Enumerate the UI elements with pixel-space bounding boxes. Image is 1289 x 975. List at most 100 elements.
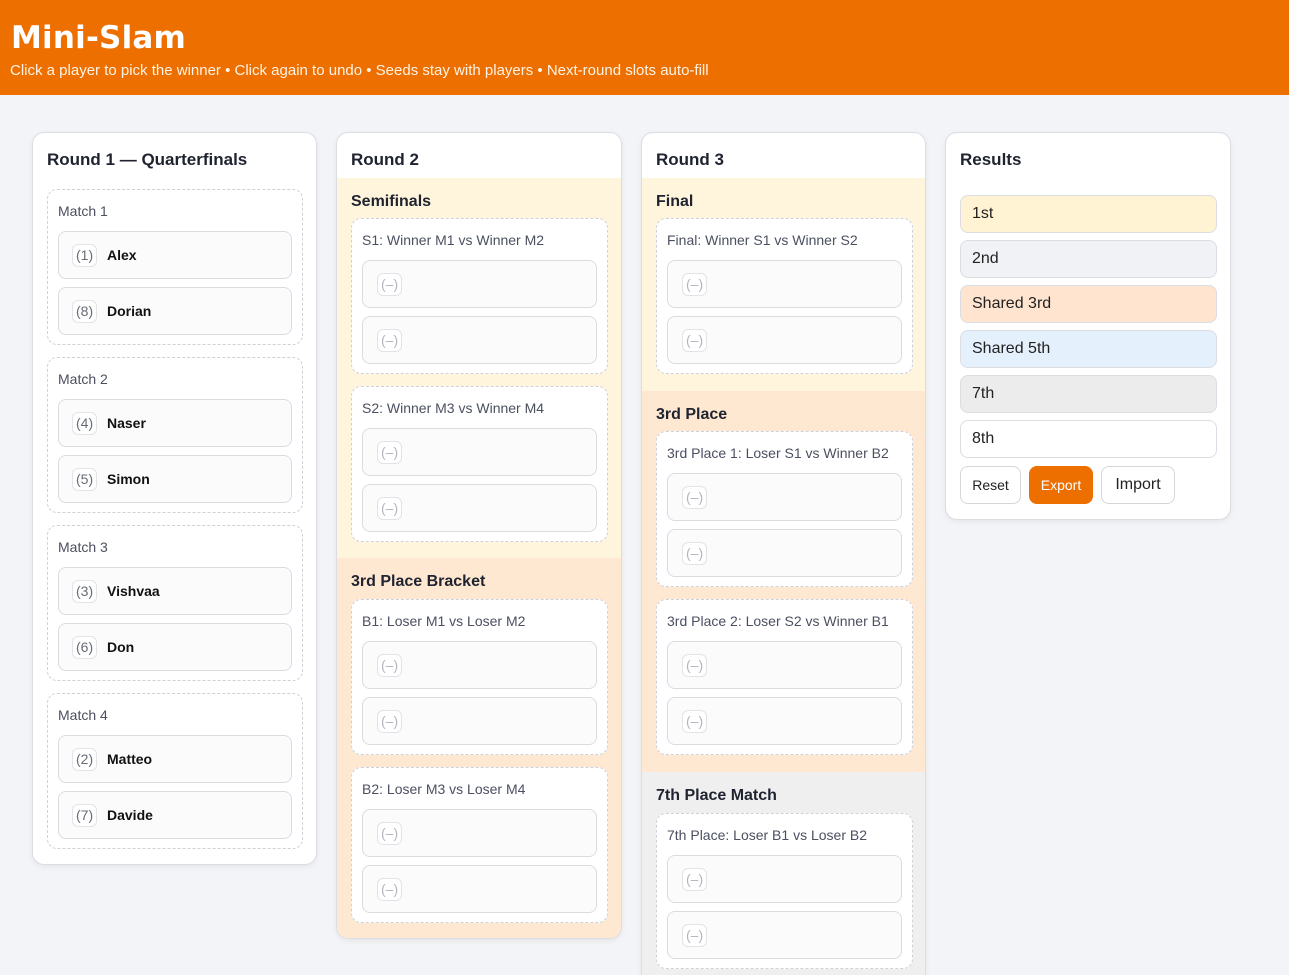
match-third-1: 3rd Place 1: Loser S1 vs Winner B2 (–) (… bbox=[656, 431, 913, 587]
semifinals-title: Semifinals bbox=[351, 193, 432, 210]
player-slot-alex[interactable]: (1) Alex bbox=[58, 231, 292, 279]
empty-slot[interactable]: (–) bbox=[667, 473, 902, 521]
empty-slot[interactable]: (–) bbox=[667, 316, 902, 364]
player-name: Vishvaa bbox=[107, 583, 160, 599]
round3-title: Round 3 bbox=[656, 150, 724, 169]
match-label: 7th Place: Loser B1 vs Loser B2 bbox=[667, 827, 867, 843]
empty-slot[interactable]: (–) bbox=[362, 260, 597, 308]
player-name: Davide bbox=[107, 807, 153, 823]
empty-slot[interactable]: (–) bbox=[667, 911, 902, 959]
reset-button[interactable]: Reset bbox=[960, 466, 1021, 504]
app-instructions: Click a player to pick the winner • Clic… bbox=[10, 62, 709, 79]
player-slot-naser[interactable]: (4) Naser bbox=[58, 399, 292, 447]
final-section: Final Final: Winner S1 vs Winner S2 (–) … bbox=[642, 178, 925, 391]
round3-card: Round 3 Final Final: Winner S1 vs Winner… bbox=[641, 132, 926, 975]
export-button[interactable]: Export bbox=[1029, 466, 1093, 504]
round2-card: Round 2 Semifinals S1: Winner M1 vs Winn… bbox=[336, 132, 622, 939]
seed-badge: (5) bbox=[72, 468, 98, 491]
empty-seed-badge: (–) bbox=[682, 868, 708, 891]
player-slot-simon[interactable]: (5) Simon bbox=[58, 455, 292, 503]
round1-title: Round 1 — Quarterfinals bbox=[47, 150, 248, 169]
seed-badge: (6) bbox=[72, 636, 98, 659]
empty-slot[interactable]: (–) bbox=[667, 641, 902, 689]
match-seventh: 7th Place: Loser B1 vs Loser B2 (–) (–) bbox=[656, 813, 913, 969]
match-label: 3rd Place 2: Loser S2 vs Winner B1 bbox=[667, 613, 889, 629]
match-3: Match 3 (3) Vishvaa (6) Don bbox=[47, 525, 303, 681]
match-label: B1: Loser M1 vs Loser M2 bbox=[362, 613, 526, 629]
match-s2: S2: Winner M3 vs Winner M4 (–) (–) bbox=[351, 386, 608, 542]
player-name: Dorian bbox=[107, 303, 152, 319]
match-b2: B2: Loser M3 vs Loser M4 (–) (–) bbox=[351, 767, 608, 923]
empty-slot[interactable]: (–) bbox=[667, 260, 902, 308]
match-final: Final: Winner S1 vs Winner S2 (–) (–) bbox=[656, 218, 913, 374]
match-label: Match 4 bbox=[58, 707, 108, 723]
final-title: Final bbox=[656, 193, 694, 210]
player-name: Alex bbox=[107, 247, 137, 263]
empty-slot[interactable]: (–) bbox=[362, 865, 597, 913]
third-place-bracket-title: 3rd Place Bracket bbox=[351, 573, 486, 590]
empty-slot[interactable]: (–) bbox=[362, 809, 597, 857]
third-place-bracket-section: 3rd Place Bracket B1: Loser M1 vs Loser … bbox=[337, 558, 621, 938]
empty-seed-badge: (–) bbox=[682, 486, 708, 509]
result-2nd: 2nd bbox=[960, 240, 1217, 278]
empty-seed-badge: (–) bbox=[682, 710, 708, 733]
match-label: B2: Loser M3 vs Loser M4 bbox=[362, 781, 526, 797]
empty-slot[interactable]: (–) bbox=[667, 697, 902, 745]
empty-slot[interactable]: (–) bbox=[362, 697, 597, 745]
seed-badge: (7) bbox=[72, 804, 98, 827]
empty-seed-badge: (–) bbox=[682, 924, 708, 947]
match-label: Match 2 bbox=[58, 371, 108, 387]
empty-seed-badge: (–) bbox=[682, 329, 708, 352]
empty-slot[interactable]: (–) bbox=[667, 529, 902, 577]
seventh-place-title: 7th Place Match bbox=[656, 787, 777, 804]
result-1st: 1st bbox=[960, 195, 1217, 233]
empty-slot[interactable]: (–) bbox=[362, 484, 597, 532]
seventh-place-section: 7th Place Match 7th Place: Loser B1 vs L… bbox=[642, 772, 925, 975]
match-label: Match 3 bbox=[58, 539, 108, 555]
seed-badge: (3) bbox=[72, 580, 98, 603]
empty-seed-badge: (–) bbox=[682, 654, 708, 677]
result-shared-5th: Shared 5th bbox=[960, 330, 1217, 368]
app-title: Mini-Slam bbox=[11, 20, 187, 56]
empty-slot[interactable]: (–) bbox=[667, 855, 902, 903]
result-shared-3rd: Shared 3rd bbox=[960, 285, 1217, 323]
results-title: Results bbox=[960, 150, 1022, 169]
result-7th: 7th bbox=[960, 375, 1217, 413]
match-label: Match 1 bbox=[58, 203, 108, 219]
results-card: Results 1st 2nd Shared 3rd Shared 5th 7t… bbox=[945, 132, 1231, 520]
empty-seed-badge: (–) bbox=[377, 710, 403, 733]
player-slot-vishvaa[interactable]: (3) Vishvaa bbox=[58, 567, 292, 615]
player-name: Matteo bbox=[107, 751, 153, 767]
match-2: Match 2 (4) Naser (5) Simon bbox=[47, 357, 303, 513]
match-label: S1: Winner M1 vs Winner M2 bbox=[362, 232, 545, 248]
semifinals-section: Semifinals S1: Winner M1 vs Winner M2 (–… bbox=[337, 178, 621, 558]
empty-slot[interactable]: (–) bbox=[362, 316, 597, 364]
match-label: 3rd Place 1: Loser S1 vs Winner B2 bbox=[667, 445, 889, 461]
empty-seed-badge: (–) bbox=[682, 542, 708, 565]
seed-badge: (4) bbox=[72, 412, 98, 435]
match-4: Match 4 (2) Matteo (7) Davide bbox=[47, 693, 303, 849]
seed-badge: (8) bbox=[72, 300, 98, 323]
player-slot-dorian[interactable]: (8) Dorian bbox=[58, 287, 292, 335]
empty-seed-badge: (–) bbox=[377, 329, 403, 352]
player-slot-don[interactable]: (6) Don bbox=[58, 623, 292, 671]
third-place-title: 3rd Place bbox=[656, 406, 728, 423]
empty-seed-badge: (–) bbox=[377, 654, 403, 677]
import-button[interactable]: Import bbox=[1101, 466, 1175, 504]
player-name: Simon bbox=[107, 471, 150, 487]
match-label: S2: Winner M3 vs Winner M4 bbox=[362, 400, 545, 416]
empty-slot[interactable]: (–) bbox=[362, 428, 597, 476]
empty-seed-badge: (–) bbox=[377, 273, 403, 296]
empty-seed-badge: (–) bbox=[377, 878, 403, 901]
empty-slot[interactable]: (–) bbox=[362, 641, 597, 689]
app-header: Mini-Slam Click a player to pick the win… bbox=[0, 0, 1289, 95]
empty-seed-badge: (–) bbox=[377, 822, 403, 845]
player-slot-matteo[interactable]: (2) Matteo bbox=[58, 735, 292, 783]
match-label: Final: Winner S1 vs Winner S2 bbox=[667, 232, 858, 248]
match-1: Match 1 (1) Alex (8) Dorian bbox=[47, 189, 303, 345]
seed-badge: (2) bbox=[72, 748, 98, 771]
match-s1: S1: Winner M1 vs Winner M2 (–) (–) bbox=[351, 218, 608, 374]
empty-seed-badge: (–) bbox=[377, 441, 403, 464]
player-slot-davide[interactable]: (7) Davide bbox=[58, 791, 292, 839]
round2-title: Round 2 bbox=[351, 150, 419, 169]
